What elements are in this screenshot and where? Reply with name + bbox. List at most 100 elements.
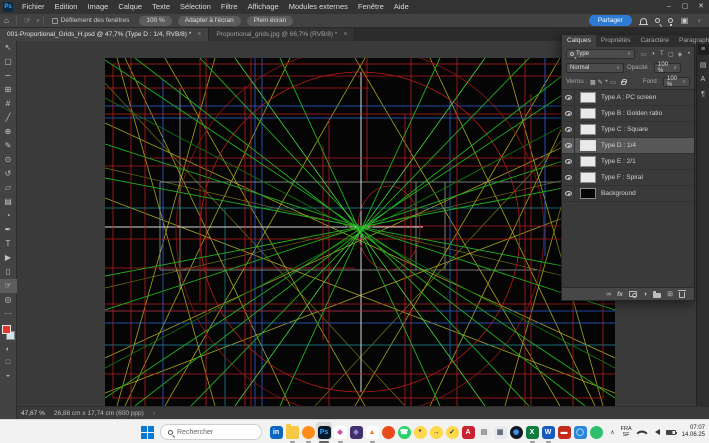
taskbar-app-green[interactable] bbox=[588, 421, 604, 443]
filter-toggle-icon[interactable]: • bbox=[688, 51, 690, 57]
lock-transparency-icon[interactable]: ▩ bbox=[590, 79, 596, 86]
taskbar-acrobat[interactable]: A bbox=[460, 421, 476, 443]
menu-item[interactable]: Aide bbox=[389, 0, 414, 14]
layer-thumbnail[interactable] bbox=[580, 108, 596, 119]
menu-item[interactable]: Calque bbox=[113, 0, 147, 14]
chevron-down-icon[interactable]: ∨ bbox=[36, 18, 40, 24]
lock-all-icon[interactable] bbox=[621, 81, 626, 85]
status-options-chevron[interactable]: › bbox=[153, 410, 155, 417]
dock-character-icon[interactable]: A bbox=[698, 74, 709, 85]
crop-tool[interactable]: # bbox=[0, 97, 17, 111]
taskbar-search[interactable]: Rechercher bbox=[160, 424, 262, 440]
panel-tab[interactable]: Propriétés bbox=[596, 35, 636, 47]
new-group-icon[interactable] bbox=[653, 293, 661, 298]
shape-tool[interactable]: ▯ bbox=[0, 265, 17, 279]
panel-tab[interactable]: Caractère bbox=[635, 35, 674, 47]
layer-visibility-toggle[interactable] bbox=[562, 138, 575, 154]
layer-thumbnail[interactable] bbox=[580, 92, 596, 103]
layer-row[interactable]: Type B : Golden ratio bbox=[562, 106, 694, 122]
close-tab-icon[interactable]: × bbox=[343, 31, 347, 38]
filter-shape-layers-icon[interactable]: ▢ bbox=[667, 51, 675, 58]
document-canvas[interactable] bbox=[105, 58, 615, 406]
panel-tab[interactable]: Paragraphe bbox=[674, 35, 709, 47]
adjustment-layer-icon[interactable]: ◑ bbox=[643, 288, 647, 301]
type-tool[interactable]: T bbox=[0, 237, 17, 251]
menu-item[interactable]: Fichier bbox=[17, 0, 50, 14]
filter-adjustment-layers-icon[interactable]: ◑ bbox=[649, 51, 657, 58]
maximize-button[interactable]: ▢ bbox=[677, 0, 693, 14]
taskbar-app-orange[interactable] bbox=[380, 421, 396, 443]
healing-brush-tool[interactable]: ⊕ bbox=[0, 125, 17, 139]
taskbar-file-explorer[interactable] bbox=[284, 421, 300, 443]
wifi-icon[interactable] bbox=[636, 427, 647, 438]
lock-artboard-icon[interactable]: ▭ bbox=[610, 79, 616, 86]
dock-libraries-icon[interactable]: ▤ bbox=[698, 59, 709, 70]
link-layers-icon[interactable]: ∞ bbox=[606, 288, 611, 301]
taskbar-app-purple[interactable]: ◆ bbox=[348, 421, 364, 443]
layer-thumbnail[interactable] bbox=[580, 156, 596, 167]
layer-thumbnail[interactable] bbox=[580, 124, 596, 135]
notifications-bell-icon[interactable] bbox=[640, 18, 647, 24]
object-selection-tool[interactable]: ⊞ bbox=[0, 83, 17, 97]
filter-type-layers-icon[interactable]: T bbox=[658, 51, 666, 58]
taskbar-calculator[interactable]: ▦ bbox=[492, 421, 508, 443]
layer-visibility-toggle[interactable] bbox=[562, 106, 575, 122]
blend-mode-select[interactable]: Normal ∨ bbox=[566, 63, 624, 73]
opacity-input[interactable]: 100 % ∨ bbox=[654, 63, 681, 73]
layer-visibility-toggle[interactable] bbox=[562, 186, 575, 202]
search-icon[interactable] bbox=[655, 18, 660, 23]
menu-item[interactable]: Sélection bbox=[175, 0, 216, 14]
gradient-tool[interactable]: ▤ bbox=[0, 195, 17, 209]
menu-item[interactable]: Affichage bbox=[243, 0, 284, 14]
document-tab[interactable]: 001-Proportional_Grids_H.psd @ 47,7% (Ty… bbox=[0, 28, 209, 41]
eyedropper-tool[interactable]: ╱ bbox=[0, 111, 17, 125]
menu-item[interactable]: Image bbox=[82, 0, 113, 14]
layer-visibility-toggle[interactable] bbox=[562, 154, 575, 170]
layer-thumbnail[interactable] bbox=[580, 172, 596, 183]
zoom-tool[interactable]: ◎ bbox=[0, 293, 17, 307]
workspace-switcher-icon[interactable]: ▣ bbox=[681, 16, 689, 25]
taskbar-app-yellow-1[interactable]: * bbox=[412, 421, 428, 443]
taskbar-notes[interactable]: ▤ bbox=[476, 421, 492, 443]
lasso-tool[interactable]: ∽ bbox=[0, 69, 17, 83]
move-tool[interactable]: ↖ bbox=[0, 41, 17, 55]
close-button[interactable]: ✕ bbox=[693, 0, 709, 14]
layer-style-fx-icon[interactable]: fx bbox=[617, 288, 623, 301]
minimize-button[interactable]: – bbox=[661, 0, 677, 14]
zoom-level-field[interactable]: 47,67 % bbox=[21, 410, 45, 417]
taskbar-app-red[interactable]: ▬ bbox=[556, 421, 572, 443]
dodge-tool[interactable]: ◔ bbox=[0, 209, 17, 223]
add-layer-mask-icon[interactable] bbox=[629, 291, 637, 297]
layer-row[interactable]: Type D : 1/4 bbox=[562, 138, 694, 154]
lock-position-icon[interactable]: + bbox=[605, 79, 609, 85]
layer-visibility-toggle[interactable] bbox=[562, 90, 575, 106]
scroll-all-windows-checkbox[interactable] bbox=[52, 18, 58, 24]
menu-item[interactable]: Texte bbox=[147, 0, 175, 14]
edit-toolbar-button[interactable]: ◒ bbox=[0, 369, 17, 382]
taskbar-photos[interactable]: ◆ bbox=[332, 421, 348, 443]
taskbar-photoshop[interactable]: Ps bbox=[316, 421, 332, 443]
volume-icon[interactable] bbox=[652, 429, 660, 435]
taskbar-word[interactable]: W bbox=[540, 421, 556, 443]
delete-layer-icon[interactable] bbox=[679, 292, 685, 298]
battery-icon[interactable] bbox=[666, 430, 676, 435]
taskbar-excel[interactable]: X bbox=[524, 421, 540, 443]
marquee-tool[interactable]: ▢ bbox=[0, 55, 17, 69]
eraser-tool[interactable]: ▱ bbox=[0, 181, 17, 195]
language-indicator[interactable]: FRA SF bbox=[621, 426, 632, 438]
layer-thumbnail[interactable] bbox=[580, 188, 596, 199]
layer-row[interactable]: Type F : Spiral bbox=[562, 170, 694, 186]
menu-item[interactable]: Fenêtre bbox=[353, 0, 389, 14]
foreground-color-swatch[interactable] bbox=[2, 325, 11, 334]
options-button[interactable]: 100 % bbox=[139, 16, 171, 26]
menu-item[interactable]: Modules externes bbox=[284, 0, 353, 14]
taskbar-linkedin[interactable]: in bbox=[268, 421, 284, 443]
hand-tool[interactable]: ☞ bbox=[0, 279, 17, 293]
menu-item[interactable]: Filtre bbox=[216, 0, 243, 14]
clock[interactable]: 07:07 14.06.25 bbox=[682, 425, 705, 439]
hidden-icons-chevron[interactable]: ∧ bbox=[610, 429, 614, 436]
taskbar-app-yellow-2[interactable]: → bbox=[428, 421, 444, 443]
new-layer-icon[interactable]: ⊞ bbox=[667, 288, 673, 301]
start-button[interactable] bbox=[141, 426, 154, 439]
options-button[interactable]: Plein écran bbox=[247, 16, 294, 26]
